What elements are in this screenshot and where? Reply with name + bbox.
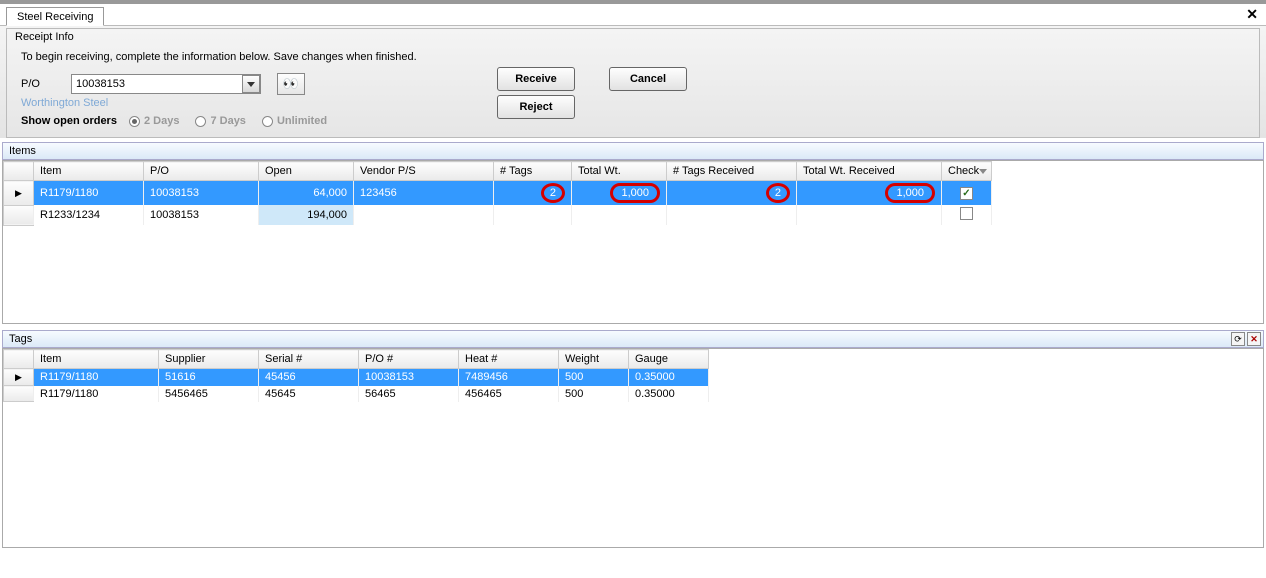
- cell-total-wt-received: 1,000: [797, 181, 942, 206]
- row-pointer-icon: ▶: [15, 188, 22, 198]
- table-row[interactable]: R1179/1180545646545645564654564655000.35…: [4, 386, 709, 402]
- items-section-header: Items: [2, 142, 1264, 160]
- refresh-icon[interactable]: ⟳: [1231, 332, 1245, 346]
- cell-vendor-ps: 123456: [354, 181, 494, 206]
- cell-weight: 500: [559, 369, 629, 386]
- row-selector[interactable]: ▶: [4, 369, 34, 386]
- receipt-info-title: Receipt Info: [15, 31, 74, 43]
- receive-button[interactable]: Receive: [497, 67, 575, 91]
- show-open-label: Show open orders: [21, 115, 117, 127]
- binoculars-icon: 👀: [283, 76, 299, 92]
- cell-item: R1233/1234: [34, 205, 144, 225]
- col-item[interactable]: Item: [34, 162, 144, 181]
- cell-po: 10038153: [144, 181, 259, 206]
- checkbox-icon[interactable]: [960, 187, 973, 200]
- instructions-text: To begin receiving, complete the informa…: [21, 51, 1245, 63]
- row-pointer-icon: ▶: [15, 372, 22, 382]
- cell-tags: 2: [494, 181, 572, 206]
- cell-heat: 456465: [459, 386, 559, 402]
- radio-unlimited[interactable]: Unlimited: [262, 115, 327, 127]
- cell-tags-received: [667, 205, 797, 225]
- table-row[interactable]: ▶R1179/11801003815364,00012345621,00021,…: [4, 181, 992, 206]
- tab-label: Steel Receiving: [17, 11, 93, 23]
- tags-section-header: Tags ⟳ ✕: [2, 330, 1264, 348]
- cell-item: R1179/1180: [34, 181, 144, 206]
- cell-vendor-ps: [354, 205, 494, 225]
- items-title: Items: [9, 145, 36, 157]
- cell-open: 64,000: [259, 181, 354, 206]
- checkbox-icon[interactable]: [960, 207, 973, 220]
- col-total-wt[interactable]: Total Wt.: [572, 162, 667, 181]
- search-binoculars-button[interactable]: 👀: [277, 73, 305, 95]
- col-total-wt-received[interactable]: Total Wt. Received: [797, 162, 942, 181]
- radio-icon: [262, 116, 273, 127]
- cell-tags-received: 2: [667, 181, 797, 206]
- col-check[interactable]: Check: [942, 162, 992, 181]
- cell-total-wt: [572, 205, 667, 225]
- cell-serial: 45645: [259, 386, 359, 402]
- col-weight[interactable]: Weight: [559, 350, 629, 369]
- po-dropdown[interactable]: [71, 74, 261, 94]
- tags-title: Tags: [9, 333, 32, 345]
- col-po[interactable]: P/O: [144, 162, 259, 181]
- col-heat[interactable]: Heat #: [459, 350, 559, 369]
- cell-heat: 7489456: [459, 369, 559, 386]
- close-panel-icon[interactable]: ✕: [1247, 332, 1261, 346]
- radio-2days[interactable]: 2 Days: [129, 115, 179, 127]
- cell-item: R1179/1180: [34, 369, 159, 386]
- col-row-selector: [4, 350, 34, 369]
- cell-weight: 500: [559, 386, 629, 402]
- row-selector[interactable]: ▶: [4, 181, 34, 206]
- cell-total-wt-received: [797, 205, 942, 225]
- table-row[interactable]: ▶ R1179/118051616454561003815374894565000…: [4, 369, 709, 386]
- cell-item: R1179/1180: [34, 386, 159, 402]
- cell-open: 194,000: [259, 205, 354, 225]
- po-input[interactable]: [72, 76, 242, 92]
- po-label: P/O: [21, 78, 71, 90]
- col-serial[interactable]: Serial #: [259, 350, 359, 369]
- cell-check[interactable]: [942, 205, 992, 225]
- cell-check[interactable]: [942, 181, 992, 206]
- row-selector[interactable]: [4, 205, 34, 225]
- reject-button[interactable]: Reject: [497, 95, 575, 119]
- tab-steel-receiving[interactable]: Steel Receiving: [6, 7, 104, 26]
- cell-po: 56465: [359, 386, 459, 402]
- chevron-down-icon[interactable]: [242, 75, 260, 93]
- cell-gauge: 0.35000: [629, 369, 709, 386]
- col-row-selector: [4, 162, 34, 181]
- close-icon[interactable]: ✕: [1246, 6, 1258, 23]
- tab-strip: Steel Receiving ✕: [0, 4, 1266, 26]
- table-row[interactable]: R1233/123410038153194,000: [4, 205, 992, 225]
- cell-total-wt: 1,000: [572, 181, 667, 206]
- tags-grid: Item Supplier Serial # P/O # Heat # Weig…: [2, 348, 1264, 548]
- col-open[interactable]: Open: [259, 162, 354, 181]
- cell-po: 10038153: [359, 369, 459, 386]
- radio-icon: [129, 116, 140, 127]
- col-tags[interactable]: # Tags: [494, 162, 572, 181]
- radio-7days[interactable]: 7 Days: [195, 115, 245, 127]
- radio-icon: [195, 116, 206, 127]
- cell-serial: 45456: [259, 369, 359, 386]
- cell-gauge: 0.35000: [629, 386, 709, 402]
- cell-supplier: 51616: [159, 369, 259, 386]
- col-item[interactable]: Item: [34, 350, 159, 369]
- cell-po: 10038153: [144, 205, 259, 225]
- cell-tags: [494, 205, 572, 225]
- col-vendor-ps[interactable]: Vendor P/S: [354, 162, 494, 181]
- items-grid: Item P/O Open Vendor P/S # Tags Total Wt…: [2, 160, 1264, 324]
- row-selector[interactable]: [4, 386, 34, 402]
- col-gauge[interactable]: Gauge: [629, 350, 709, 369]
- cancel-button[interactable]: Cancel: [609, 67, 687, 91]
- col-supplier[interactable]: Supplier: [159, 350, 259, 369]
- receipt-info-panel: Receipt Info To begin receiving, complet…: [6, 28, 1260, 138]
- col-po-number[interactable]: P/O #: [359, 350, 459, 369]
- col-tags-received[interactable]: # Tags Received: [667, 162, 797, 181]
- cell-supplier: 5456465: [159, 386, 259, 402]
